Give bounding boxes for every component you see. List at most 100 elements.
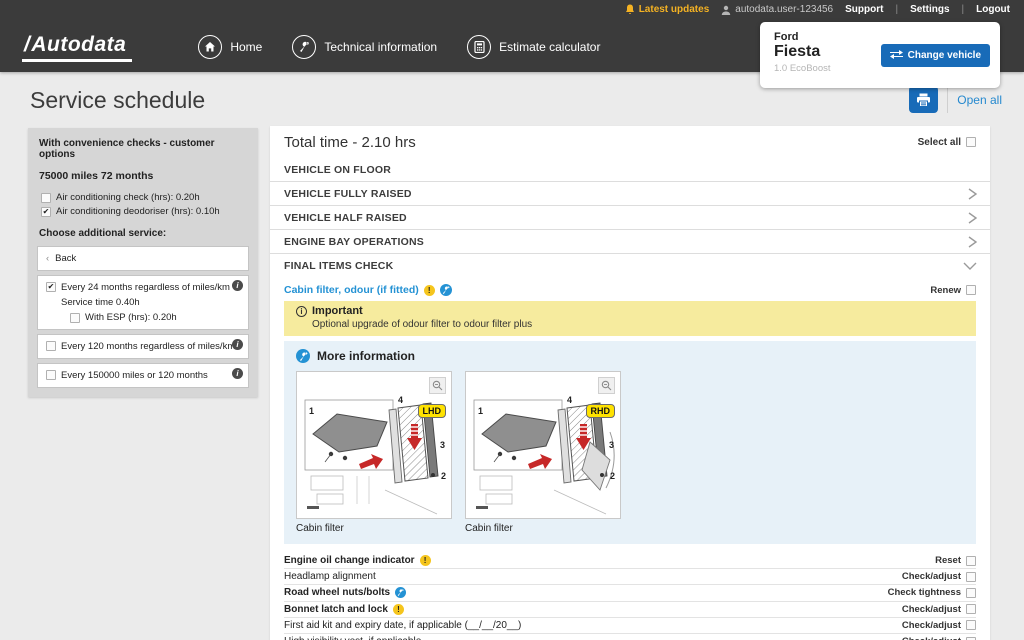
item-action[interactable]: Check/adjust [902,620,976,631]
logo-slash: / [24,32,31,56]
logged-in-user[interactable]: autodata.user-123456 [721,4,833,15]
service-options-sidebar: With convenience checks - customer optio… [28,128,258,397]
service-every-120-months[interactable]: i Every 120 months regardless of miles/k… [37,334,249,359]
item-action[interactable]: Check tightness [888,587,976,598]
final-items-check-content: Cabin filter, odour (if fitted) ! Renew … [270,280,990,640]
total-time-label: Total time - 2.10 hrs [284,133,416,151]
vehicle-info: Ford Fiesta 1.0 EcoBoost [774,31,831,79]
nav-item-home[interactable]: Home [198,35,262,59]
info-icon[interactable]: i [232,368,243,379]
separator: | [895,4,899,15]
sidebar-title: With convenience checks - customer optio… [39,138,215,160]
divider [947,86,949,113]
item-action[interactable]: Check/adjust [902,604,976,615]
option-with-esp[interactable]: With ESP (hrs): 0.20h [70,312,240,323]
info-icon[interactable]: i [232,280,243,291]
back-chevron-icon: ‹ [46,253,50,264]
lhd-badge: LHD [417,404,446,418]
svg-text:2: 2 [441,471,446,481]
chevron-right-icon [968,235,978,248]
warning-icon: ! [419,555,431,567]
section-final-items-check[interactable]: FINAL ITEMS CHECK [270,254,990,278]
important-text: Optional upgrade of odour filter to odou… [312,319,533,330]
vehicle-model: Fiesta [774,43,821,60]
choose-additional-service-label: Choose additional service: [39,228,167,239]
option-air-conditioning-deodoriser[interactable]: Air conditioning deodoriser (hrs): 0.10h [41,206,249,217]
item-checkbox[interactable] [966,636,976,640]
item-road-wheel-nuts-bolts: Road wheel nuts/bolts Check tightness [284,585,976,602]
more-information-title: More information [317,349,415,363]
bell-icon [625,4,634,14]
logout-link[interactable]: Logout [976,4,1010,15]
service-time-label: Service time 0.40h [61,297,140,308]
user-icon [722,5,731,15]
nav-items: Home Technical information Estimate calc… [198,35,600,59]
item-action[interactable]: Check/adjust [902,571,976,582]
checkbox[interactable] [70,312,80,323]
important-icon: i [296,305,307,317]
support-link[interactable]: Support [845,4,883,15]
item-action[interactable]: Reset [935,555,976,566]
item-checkbox[interactable] [966,587,976,598]
vehicle-make: Ford [774,31,799,43]
print-button[interactable] [909,86,939,113]
option-air-conditioning-check[interactable]: Air conditioning check (hrs): 0.20h [41,192,249,203]
open-all-link[interactable]: Open all [957,93,1002,107]
svg-text:3: 3 [609,440,614,450]
checkbox-checked[interactable] [46,282,56,292]
autodata-logo[interactable]: / Autodata [22,32,133,62]
printer-icon [917,93,931,107]
technical-illustration[interactable]: 1 4 3 2 [296,371,452,519]
info-icon[interactable]: i [232,339,243,350]
section-engine-bay-operations[interactable]: ENGINE BAY OPERATIONS [270,230,990,254]
item-checkbox[interactable] [966,555,976,566]
nav-item-estimate-calculator[interactable]: Estimate calculator [467,35,600,59]
item-checkbox[interactable] [966,620,976,631]
technical-illustration[interactable]: 1 4 3 2 [465,371,621,519]
figure-cabin-filter-lhd: 1 4 3 2 LHD Cabin filter [296,371,452,534]
repair-info-icon[interactable] [439,284,452,296]
chevron-right-icon [968,187,978,200]
figure-caption: Cabin filter [465,523,513,534]
repair-info-icon[interactable] [395,587,407,599]
change-vehicle-button[interactable]: Change vehicle [880,43,990,67]
item-first-aid-kit: First aid kit and expiry date, if applic… [284,618,976,634]
cabin-filter-link[interactable]: Cabin filter, odour (if fitted) [284,284,419,296]
service-every-150000-miles[interactable]: i Every 150000 miles or 120 months [37,363,249,388]
section-vehicle-fully-raised[interactable]: VEHICLE FULLY RAISED [270,182,990,206]
wrench-icon [292,35,317,59]
current-vehicle-card: Ford Fiesta 1.0 EcoBoost Change vehicle [760,22,1000,88]
service-schedule-panel: Total time - 2.10 hrs Select all VEHICLE… [270,126,990,640]
item-checkbox[interactable] [966,571,976,582]
service-every-24-months[interactable]: i Every 24 months regardless of miles/km… [37,275,249,330]
section-vehicle-on-floor[interactable]: VEHICLE ON FLOOR [270,158,990,182]
checkbox[interactable] [46,370,56,380]
cabin-filter-drawing: 1 4 3 2 [304,395,446,515]
settings-link[interactable]: Settings [910,4,949,15]
figure-caption: Cabin filter [296,523,344,534]
warning-icon: ! [423,284,435,296]
select-all-control[interactable]: Select all [918,137,976,148]
renew-action[interactable]: Renew [930,285,976,296]
latest-updates-link[interactable]: Latest updates [625,4,709,15]
vehicle-variant: 1.0 EcoBoost [774,63,831,75]
item-action[interactable]: Check/adjust [902,636,976,640]
checkbox[interactable] [41,192,51,203]
select-all-checkbox[interactable] [966,137,976,147]
swap-arrows-icon [889,50,903,59]
nav-item-technical-information[interactable]: Technical information [292,35,437,59]
item-bonnet-latch-and-lock: Bonnet latch and lock ! Check/adjust [284,602,976,618]
item-checkbox[interactable] [966,604,976,615]
chevron-down-icon [963,262,977,270]
magnifier-icon[interactable] [429,377,446,394]
checkbox-checked[interactable] [41,206,51,217]
page-title: Service schedule [30,87,206,113]
section-vehicle-half-raised[interactable]: VEHICLE HALF RAISED [270,206,990,230]
magnifier-icon[interactable] [598,377,615,394]
svg-text:4: 4 [398,395,403,405]
back-button[interactable]: ‹ Back [37,246,249,271]
svg-text:1: 1 [478,406,483,416]
rhd-badge: RHD [585,404,615,418]
renew-checkbox[interactable] [966,285,976,295]
checkbox[interactable] [46,341,56,351]
